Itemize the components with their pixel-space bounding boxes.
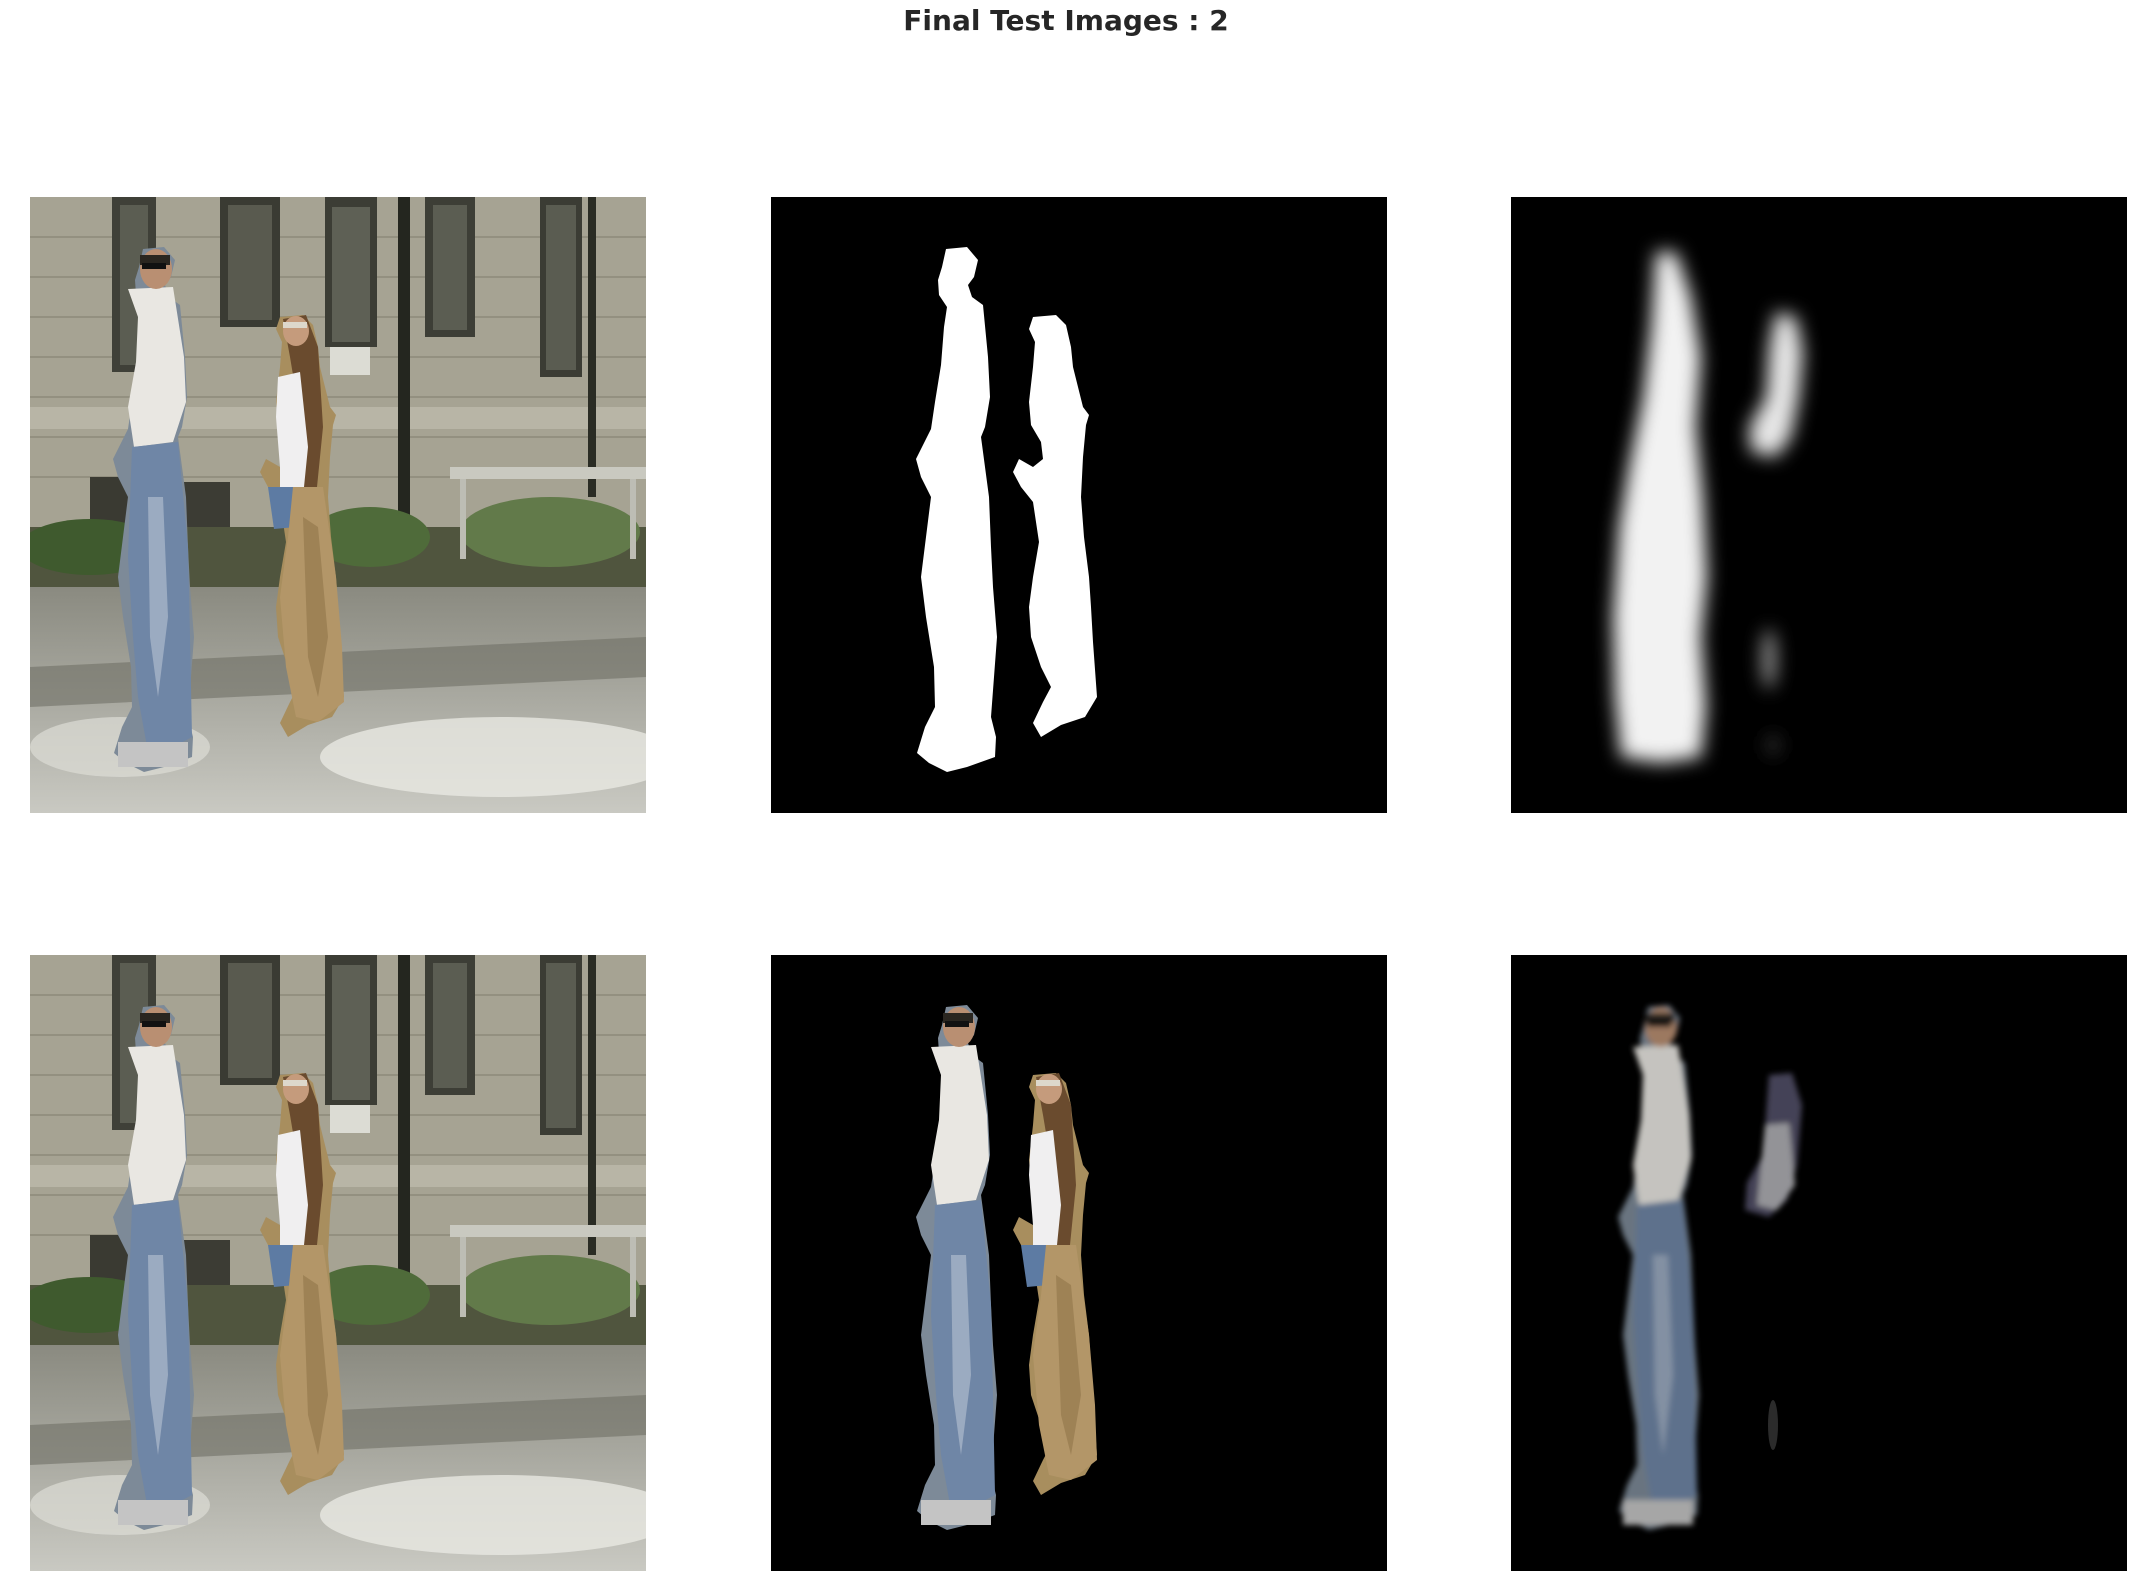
original-image-panel (30, 955, 646, 1571)
predicted-mask-panel (1511, 197, 2127, 813)
photo-icon (30, 955, 646, 1571)
original-image-panel (30, 197, 646, 813)
predicted-masked-image-panel (1511, 955, 2127, 1571)
photo-icon (1511, 955, 2127, 1571)
photo-icon (30, 197, 646, 813)
ground-truth-mask-panel (771, 197, 1387, 813)
figure-title: Final Test Images : 2 (903, 4, 1229, 37)
mask-icon (1511, 197, 2127, 813)
ground-truth-masked-image-panel (771, 955, 1387, 1571)
mask-icon (771, 197, 1387, 813)
photo-icon (771, 955, 1387, 1571)
